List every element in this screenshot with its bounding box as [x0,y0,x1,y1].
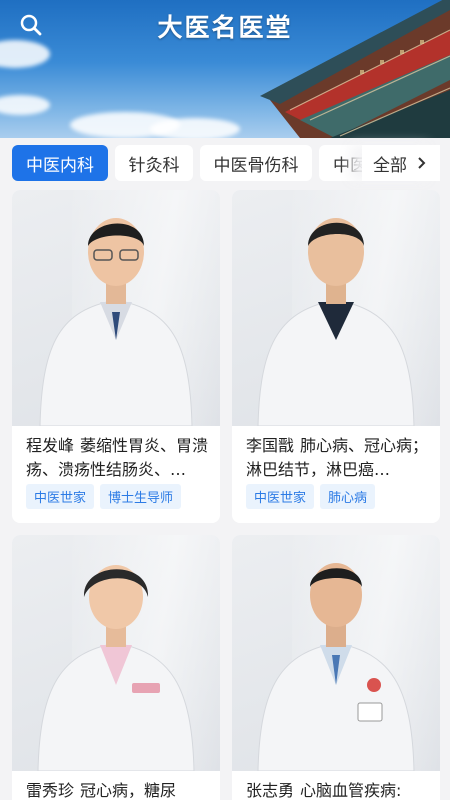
tab-internal-medicine[interactable]: 中医内科 [12,145,108,181]
doctor-name: 张志勇 [246,781,295,800]
doctor-name: 雷秀珍 [26,781,75,800]
doctor-name: 程发峰 [26,436,75,455]
tag-badge: 中医世家 [246,484,315,509]
tag-badge: 博士生导师 [100,484,182,509]
header-banner: 大医名医堂 [0,0,450,138]
all-categories-label: 全部 [373,155,407,176]
doctor-photo [12,535,220,771]
doctor-portrait [257,563,415,771]
doctor-tags: 中医世家 肺心病 [246,484,376,509]
doctor-card[interactable]: 李国戬 肺心病、冠心病；淋巴结节，淋巴癌… 中医世家 肺心病 [232,190,440,523]
cloud-decoration [0,95,50,115]
doctor-card[interactable]: 雷秀珍 冠心病，糖尿 [12,535,220,800]
category-tab-bar: 中医内科 针灸科 中医骨伤科 中医 全部 [0,138,450,188]
doctor-portrait [37,565,195,771]
doctor-photo [232,190,440,426]
doctor-name: 李国戬 [246,436,295,455]
doctor-photo [12,190,220,426]
page-title: 大医名医堂 [157,13,293,42]
doctor-description: 张志勇 心脑血管疾病: [246,779,432,800]
tag-badge: 中医世家 [26,484,95,509]
doctor-description: 雷秀珍 冠心病，糖尿 [26,779,212,800]
all-categories-button[interactable]: 全部 [362,145,440,181]
cloud-decoration [150,118,240,138]
doctor-description: 李国戬 肺心病、冠心病；淋巴结节，淋巴癌… [246,434,432,482]
doctor-card[interactable]: 张志勇 心脑血管疾病: [232,535,440,800]
doctor-portrait [257,218,415,426]
doctor-photo [232,535,440,771]
doctor-specialty: 冠心病，糖尿 [80,781,177,800]
cloud-decoration [0,40,50,68]
doctor-card[interactable]: 程发峰 萎缩性胃炎、胃溃疡、溃疡性结肠炎、… 中医世家 博士生导师 [12,190,220,523]
doctor-portrait [39,218,193,426]
tab-orthopedics[interactable]: 中医骨伤科 [200,145,312,181]
tab-acupuncture[interactable]: 针灸科 [115,145,193,181]
doctor-tags: 中医世家 博士生导师 [26,484,182,509]
doctor-specialty: 心脑血管疾病: [300,781,402,800]
chevron-right-icon [418,157,426,169]
tag-badge: 肺心病 [320,484,376,509]
doctor-description: 程发峰 萎缩性胃炎、胃溃疡、溃疡性结肠炎、… [26,434,212,482]
